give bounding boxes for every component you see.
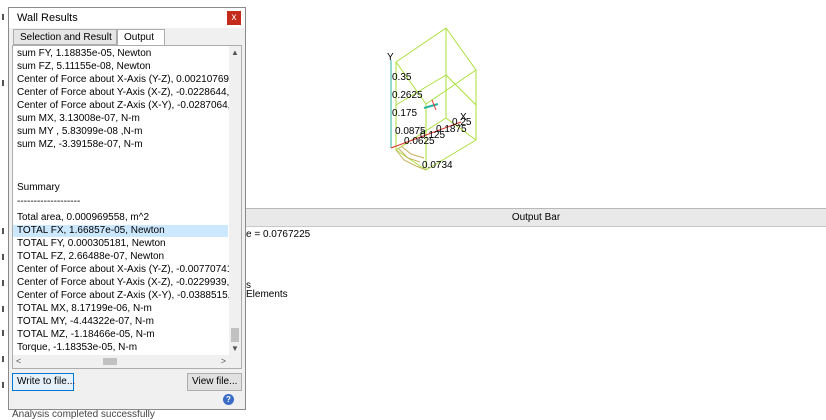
result-line: Center of Force about Z-Axis (X-Y), -0.0… [17,100,242,111]
result-line: Center of Force about X-Axis (Y-Z), 0.00… [17,74,242,85]
edge-mark [2,80,4,86]
edge-mark [2,306,4,312]
axis-x-label: X [460,112,467,123]
left-panel-edge [0,0,8,418]
wireframe-model [390,27,477,171]
scroll-up-icon[interactable]: ▲ [229,48,241,57]
vertical-scrollbar[interactable]: ▲ ▼ [229,46,241,355]
view-file-button[interactable]: View file... [187,373,242,391]
summary-line: TOTAL MY, -4.44322e-07, N-m [17,316,154,327]
scroll-left-icon[interactable]: < [16,355,21,368]
output-bar-title: Output Bar [246,208,826,227]
summary-line: Torque, -1.18353e-05, N-m [17,342,138,353]
close-button[interactable]: x [227,11,241,25]
axis-tick-label: 0.35 [392,72,412,83]
result-line: sum FY, 1.18835e-05, Newton [17,48,152,59]
edge-mark [2,228,4,234]
summary-line: Center of Force about Y-Axis (X-Z), -0.0… [17,277,241,288]
scroll-down-icon[interactable]: ▼ [229,344,241,353]
summary-rule: ------------------- [17,196,81,207]
axis-tick-label: 0.2625 [392,90,423,101]
summary-line-selected[interactable]: TOTAL FX, 1.66857e-05, Newton [13,225,228,237]
write-to-file-button[interactable]: Write to file... [12,373,75,391]
output-line: e = 0.0767225 [246,229,311,240]
scrollbar-corner [229,355,241,368]
3d-viewport[interactable]: Y 0.35 0.2625 0.175 0.0875 0.0625 0.125 … [246,0,826,208]
dialog-title: Wall Results [17,12,78,24]
summary-line: TOTAL FY, 0.000305181, Newton [17,238,166,249]
tab-selection-and-result[interactable]: Selection and Result [13,29,117,45]
summary-line: TOTAL MZ, -1.18466e-05, N-m [17,329,155,340]
vertical-scroll-thumb[interactable] [231,328,239,342]
horizontal-scrollbar[interactable]: < > [13,355,229,368]
edge-mark [2,356,4,362]
result-line: sum FZ, 5.11155e-08, Newton [17,61,151,72]
result-line: Center of Force about Y-Axis (X-Z), -0.0… [17,87,239,98]
status-text: Analysis completed successfully [12,409,155,420]
output-text-area[interactable]: sum FY, 1.18835e-05, Newton sum FZ, 5.11… [12,45,242,369]
result-line: sum MY , 5.83099e-08 ,N-m [17,126,143,137]
edge-mark [2,14,4,20]
result-line: sum MX, 3.13008e-07, N-m [17,113,140,124]
dialog-title-bar[interactable]: Wall Results x [9,8,245,28]
output-line: Elements [246,289,288,300]
axis-tick-label: 0.175 [392,108,418,119]
wall-results-dialog: Wall Results x Selection and Result Outp… [8,7,246,410]
horizontal-scroll-thumb[interactable] [103,358,117,365]
scroll-right-icon[interactable]: > [221,355,226,368]
summary-heading: Summary [17,182,60,193]
axis-tick-label: 0.0734 [422,160,453,171]
output-bar-panel: Output Bar e = 0.0767225 s Elements [246,208,826,418]
result-line: sum MZ, -3.39158e-07, N-m [17,139,143,150]
summary-line: Center of Force about X-Axis (Y-Z), -0.0… [17,264,242,275]
tab-output[interactable]: Output [117,29,165,46]
help-icon[interactable]: ? [223,394,234,405]
edge-mark [2,280,4,286]
axis-y-label: Y [387,52,394,63]
edge-mark [2,330,4,336]
summary-line: Center of Force about Z-Axis (X-Y), -0.0… [17,290,242,301]
summary-line: TOTAL FZ, 2.66488e-07, Newton [17,251,165,262]
edge-mark [2,382,4,388]
edge-mark [2,254,4,260]
summary-line: TOTAL MX, 8.17199e-06, N-m [17,303,152,314]
summary-line: Total area, 0.000969558, m^2 [17,212,150,223]
